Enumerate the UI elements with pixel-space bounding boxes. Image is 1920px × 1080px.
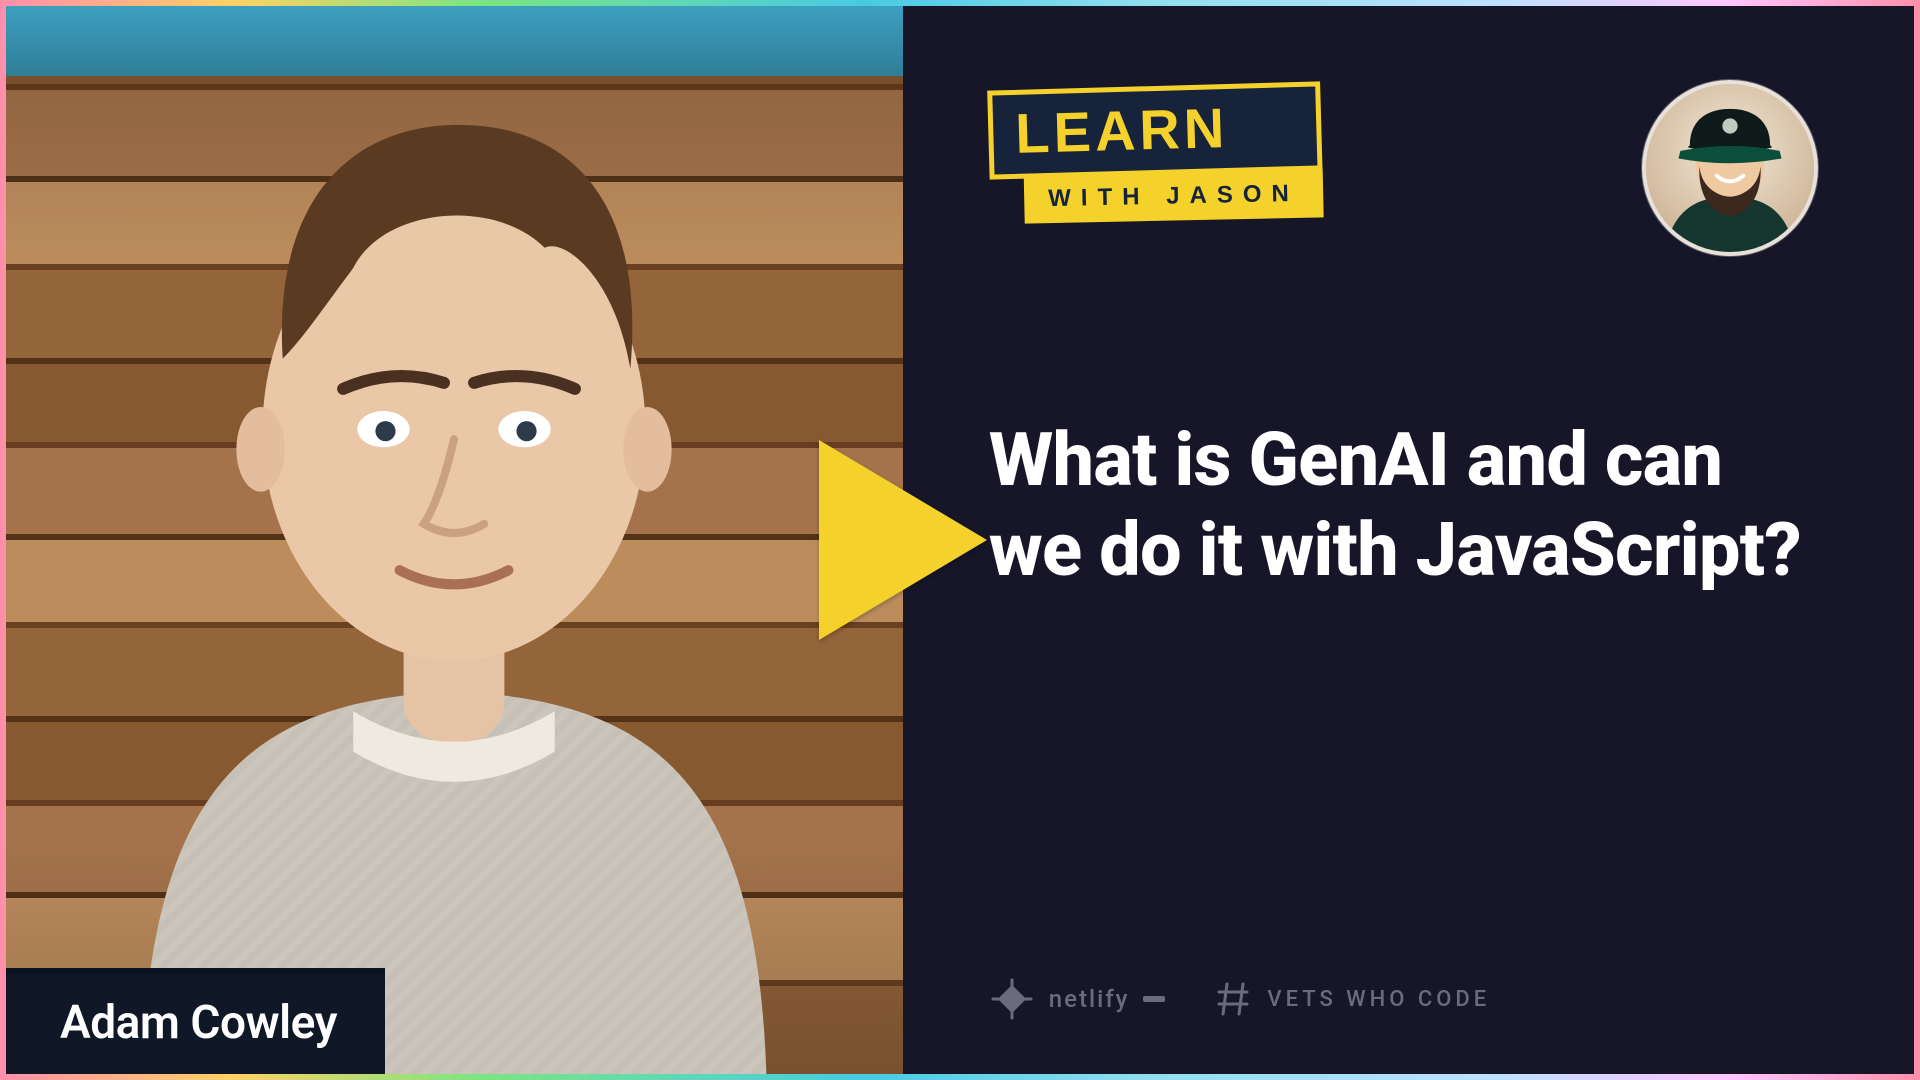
thumbnail-inner: Adam Cowley LEARN WITH JASON [6, 6, 1914, 1074]
sponsor-vetswhocode-label: VETS WHO CODE [1267, 987, 1490, 1012]
hash-flag-icon [1213, 982, 1253, 1016]
sponsor-netlify: netlify [989, 976, 1166, 1022]
play-button[interactable] [819, 440, 987, 640]
show-logo: LEARN WITH JASON [987, 81, 1323, 225]
netlify-icon [989, 976, 1035, 1022]
guest-name: Adam Cowley [60, 996, 337, 1050]
show-logo-top: LEARN [987, 81, 1322, 179]
guest-portrait [60, 6, 849, 1074]
gradient-border: Adam Cowley LEARN WITH JASON [0, 0, 1920, 1080]
info-panel: LEARN WITH JASON [903, 6, 1914, 1074]
show-logo-bottom: WITH JASON [1023, 169, 1323, 223]
host-avatar [1642, 80, 1818, 256]
episode-title: What is GenAI and can we do it with Java… [989, 416, 1820, 597]
sponsor-row: netlify [989, 976, 1490, 1022]
guest-panel: Adam Cowley [6, 6, 903, 1074]
sponsor-netlify-label: netlify [1049, 985, 1130, 1013]
sponsor-vetswhocode: VETS WHO CODE [1213, 982, 1490, 1016]
guest-name-bar: Adam Cowley [6, 968, 385, 1074]
video-thumbnail[interactable]: Adam Cowley LEARN WITH JASON [0, 0, 1920, 1080]
dash-icon [1143, 996, 1165, 1002]
